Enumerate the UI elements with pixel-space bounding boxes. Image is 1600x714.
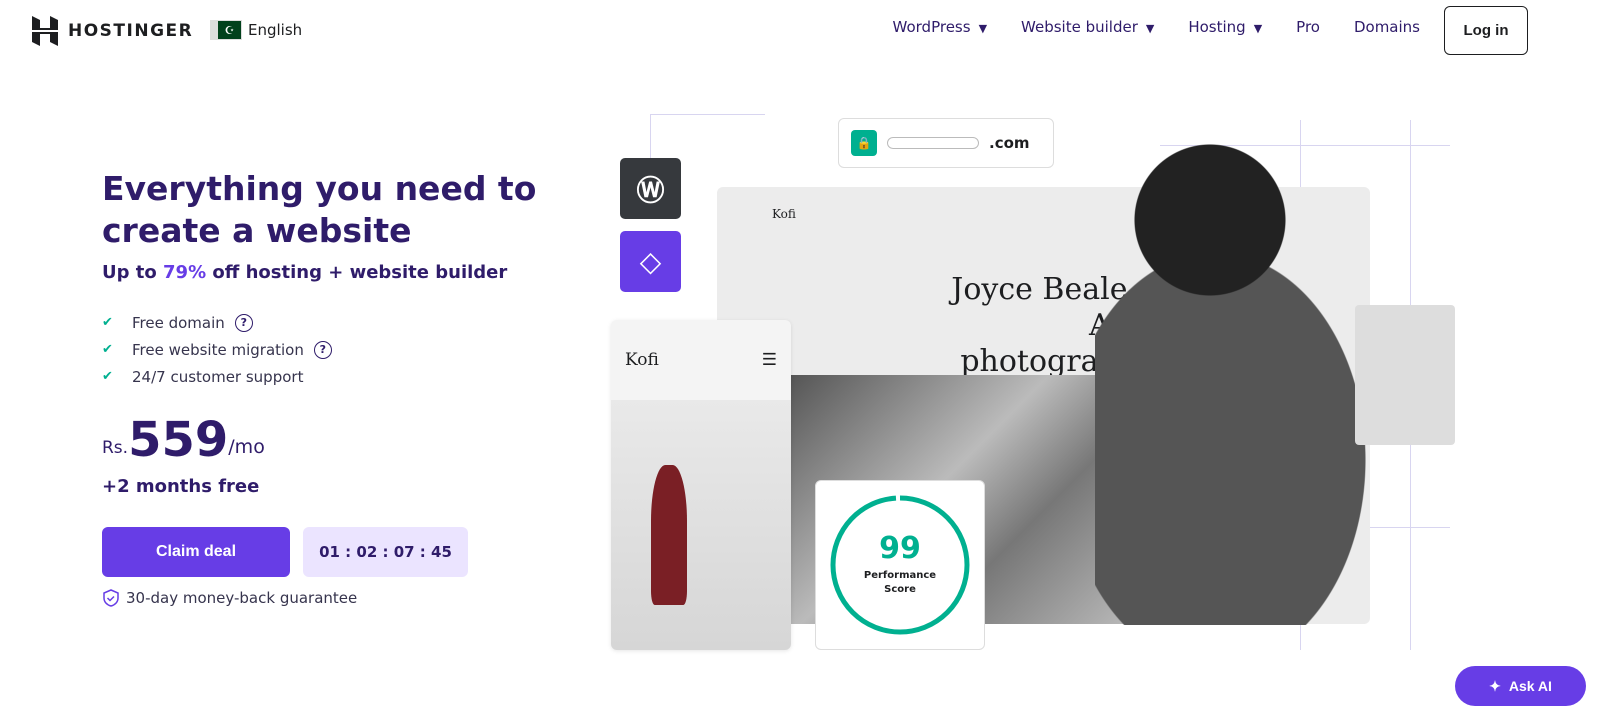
hero-subtitle: Up to 79% off hosting + website builder: [102, 262, 572, 283]
score-label-1: Performance: [864, 570, 936, 581]
hostinger-logo[interactable]: HOSTINGER: [32, 16, 193, 46]
check-icon: ✔: [102, 369, 113, 384]
nav-label: Website builder: [1021, 18, 1138, 36]
decor-line: [650, 114, 765, 115]
site-brand: Kofi: [772, 207, 796, 221]
mobile-brand: Kofi: [625, 350, 659, 370]
lock-icon: 🔒: [851, 130, 877, 156]
help-icon[interactable]: ?: [234, 313, 253, 332]
top-nav: HOSTINGER ☪ English WordPress ▼ Website b…: [0, 0, 1600, 62]
main-menu: WordPress ▼ Website builder ▼ Hosting ▼ Pro…: [893, 18, 1420, 36]
mobile-preview: Kofi ☰: [611, 320, 791, 650]
domain-bar: 🔒 .com: [838, 118, 1054, 168]
language-label: English: [248, 21, 303, 39]
nav-wordpress[interactable]: WordPress ▼: [893, 18, 988, 36]
ask-ai-label: Ask AI: [1508, 678, 1552, 694]
url-placeholder: [887, 137, 979, 149]
feature-list: ✔ Free domain? ✔ Free website migration? ✔…: [102, 309, 572, 390]
price-period: /mo: [228, 436, 265, 458]
sparkle-icon: ✦: [1489, 677, 1501, 694]
subtitle-text: Up to: [102, 262, 164, 283]
login-button[interactable]: Log in: [1444, 6, 1528, 55]
nav-label: Hosting: [1188, 18, 1246, 36]
nav-pro[interactable]: Pro: [1296, 18, 1320, 36]
cta-row: Claim deal 01 : 02 : 07 : 45: [102, 527, 572, 577]
mobile-photo: [611, 400, 791, 650]
nav-domains[interactable]: Domains: [1354, 18, 1420, 36]
ask-ai-button[interactable]: ✦ Ask AI: [1455, 666, 1586, 706]
guarantee-text: 30-day money-back guarantee: [126, 589, 358, 607]
help-icon[interactable]: ?: [313, 340, 332, 359]
chevron-down-icon: ▼: [978, 22, 988, 35]
price-currency: Rs.: [102, 438, 129, 458]
hostinger-logo-icon: [32, 16, 58, 46]
feature-item: ✔ Free domain?: [102, 309, 572, 336]
money-back-guarantee: 30-day money-back guarantee: [102, 589, 572, 607]
discount-highlight: 79%: [163, 262, 207, 283]
feature-item: ✔ 24/7 customer support: [102, 363, 572, 390]
page-title: Everything you need to create a website: [102, 169, 537, 250]
performance-score-card: 99 Performance Score: [815, 480, 985, 650]
nav-website-builder[interactable]: Website builder ▼: [1021, 18, 1154, 36]
nav-label: WordPress: [892, 18, 971, 36]
check-icon: ✔: [102, 315, 113, 330]
score-gauge: 99 Performance Score: [830, 495, 970, 635]
feature-item: ✔ Free website migration?: [102, 336, 572, 363]
feature-label: Free website migration: [132, 340, 304, 359]
laptop-image: [1355, 305, 1455, 445]
feature-label: Free domain: [132, 313, 225, 332]
hamburger-menu-icon: ☰: [761, 350, 777, 370]
domain-tld: .com: [989, 134, 1030, 152]
wordpress-icon: Ⓦ: [620, 158, 681, 219]
hostinger-builder-icon: ◇: [620, 231, 681, 292]
decor-line: [650, 114, 651, 159]
language-selector[interactable]: ☪ English: [210, 20, 302, 40]
price: Rs. 559 /mo: [102, 416, 572, 464]
brand-name: HOSTINGER: [68, 21, 194, 41]
vase-image: [651, 465, 687, 605]
claim-deal-button[interactable]: Claim deal: [102, 527, 290, 577]
check-icon: ✔: [102, 342, 113, 357]
price-amount: 559: [128, 412, 229, 468]
nav-hosting[interactable]: Hosting ▼: [1188, 18, 1262, 36]
chevron-down-icon: ▼: [1253, 22, 1263, 35]
countdown-timer: 01 : 02 : 07 : 45: [303, 527, 468, 577]
subtitle-text: off hosting + website builder: [206, 262, 508, 283]
feature-label: 24/7 customer support: [132, 367, 304, 386]
score-value: 99: [879, 531, 921, 566]
chevron-down-icon: ▼: [1145, 22, 1155, 35]
pakistan-flag-icon: ☪: [210, 20, 242, 40]
hero-section: Everything you need to create a website …: [102, 168, 572, 607]
shield-check-icon: [103, 589, 119, 607]
score-label-2: Score: [884, 584, 916, 595]
bonus-text: +2 months free: [102, 476, 260, 497]
hero-illustration: 🔒.com Ⓦ ◇ Kofi Joyce Beale, Art photogra…: [600, 100, 1460, 660]
